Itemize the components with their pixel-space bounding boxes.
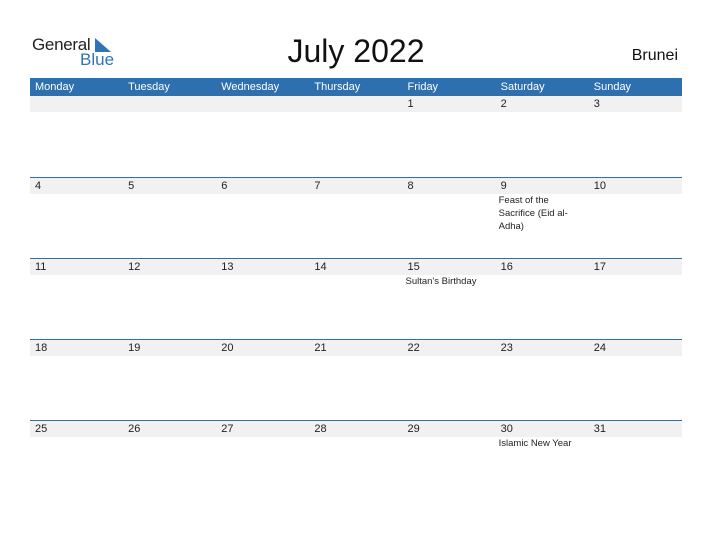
day-number: 31 (588, 421, 682, 437)
weekday-tuesday: Tuesday (128, 81, 170, 93)
weekday-sunday: Sunday (593, 81, 632, 93)
day-number: 10 (588, 178, 682, 194)
day-cell[interactable]: 19 (123, 340, 217, 420)
day-number: 21 (309, 340, 403, 356)
holiday-label: Islamic New Year (498, 438, 572, 449)
day-cell[interactable]: 30 Islamic New Year (495, 421, 589, 501)
day-number: 5 (123, 178, 217, 194)
day-cell[interactable] (216, 96, 310, 177)
day-cell[interactable]: 9 Feast of the Sacrifice (Eid al-Adha) (495, 178, 589, 258)
day-cell[interactable]: 8 (402, 178, 496, 258)
day-cell[interactable]: 1 (402, 96, 496, 177)
day-number: 28 (309, 421, 403, 437)
day-number: 29 (402, 421, 496, 437)
day-number (216, 96, 310, 112)
day-number (309, 96, 403, 112)
week-row: 4 5 6 7 8 9 Feast of the Sacrifice (Eid al-Adh… (30, 177, 682, 258)
day-cell[interactable]: 15 Sultan's Birthday (402, 259, 496, 339)
day-cell[interactable]: 16 (495, 259, 589, 339)
week-row: 18 19 20 21 22 23 24 (30, 339, 682, 420)
weekday-monday: Monday (35, 81, 75, 93)
holiday-label: Feast of the Sacrifice (Eid al-Adha) (498, 195, 568, 232)
weekday-header: Monday Tuesday Wednesday Thursday Friday Satu… (30, 78, 682, 96)
day-number: 2 (495, 96, 589, 112)
day-cell[interactable]: 25 (30, 421, 124, 501)
day-cell[interactable] (30, 96, 124, 177)
day-cell[interactable]: 31 (588, 421, 682, 501)
day-number: 17 (588, 259, 682, 275)
day-cell[interactable]: 27 (216, 421, 310, 501)
day-number: 23 (495, 340, 589, 356)
day-number: 9 (495, 178, 589, 194)
page-title: July 2022 (287, 33, 425, 69)
day-number: 19 (123, 340, 217, 356)
week-row: 25 26 27 28 29 30 Islamic New Year 31 (30, 420, 682, 501)
day-number (123, 96, 217, 112)
day-cell[interactable]: 24 (588, 340, 682, 420)
day-cell[interactable]: 23 (495, 340, 589, 420)
holiday-label: Sultan's Birthday (405, 276, 477, 287)
day-cell[interactable]: 22 (402, 340, 496, 420)
day-cell[interactable]: 3 (588, 96, 682, 177)
day-number: 26 (123, 421, 217, 437)
day-cell[interactable]: 12 (123, 259, 217, 339)
day-cell[interactable]: 7 (309, 178, 403, 258)
day-cell[interactable]: 6 (216, 178, 310, 258)
day-number: 6 (216, 178, 310, 194)
day-number: 25 (30, 421, 124, 437)
day-cell[interactable]: 13 (216, 259, 310, 339)
day-cell[interactable]: 20 (216, 340, 310, 420)
calendar-weeks: 1 2 3 4 5 6 7 8 9 Feast of the Sacrifice (Eid al-… (30, 96, 682, 501)
day-number: 30 (495, 421, 589, 437)
country-label: Brunei (631, 47, 678, 64)
day-number: 24 (588, 340, 682, 356)
day-cell[interactable]: 11 (30, 259, 124, 339)
day-cell[interactable]: 10 (588, 178, 682, 258)
weekday-saturday: Saturday (500, 81, 545, 93)
day-number: 13 (216, 259, 310, 275)
day-number: 4 (30, 178, 124, 194)
day-number: 14 (309, 259, 403, 275)
day-cell[interactable]: 2 (495, 96, 589, 177)
day-number: 3 (588, 96, 682, 112)
day-number: 27 (216, 421, 310, 437)
day-cell[interactable]: 21 (309, 340, 403, 420)
weekday-thursday: Thursday (314, 81, 361, 93)
day-number: 8 (402, 178, 496, 194)
week-row: 11 12 13 14 15 Sultan's Birthday 16 17 (30, 258, 682, 339)
day-number: 11 (30, 259, 124, 275)
day-cell[interactable] (123, 96, 217, 177)
day-cell[interactable]: 17 (588, 259, 682, 339)
day-cell[interactable]: 26 (123, 421, 217, 501)
day-number: 22 (402, 340, 496, 356)
week-row: 123 (30, 96, 682, 177)
day-number: 12 (123, 259, 217, 275)
day-number: 20 (216, 340, 310, 356)
day-cell[interactable]: 14 (309, 259, 403, 339)
day-number: 7 (309, 178, 403, 194)
day-number (30, 96, 124, 112)
day-cell[interactable]: 4 (30, 178, 124, 258)
day-cell[interactable] (309, 96, 403, 177)
weekday-friday: Friday (407, 81, 439, 93)
day-cell[interactable]: 29 (402, 421, 496, 501)
day-number: 15 (402, 259, 496, 275)
day-cell[interactable]: 5 (123, 178, 217, 258)
calendar: Monday Tuesday Wednesday Thursday Friday Satu… (30, 78, 682, 501)
day-cell[interactable]: 28 (309, 421, 403, 501)
weekday-wednesday: Wednesday (221, 81, 280, 93)
day-number: 16 (495, 259, 589, 275)
day-number: 18 (30, 340, 124, 356)
day-number: 1 (402, 96, 496, 112)
day-cell[interactable]: 18 (30, 340, 124, 420)
